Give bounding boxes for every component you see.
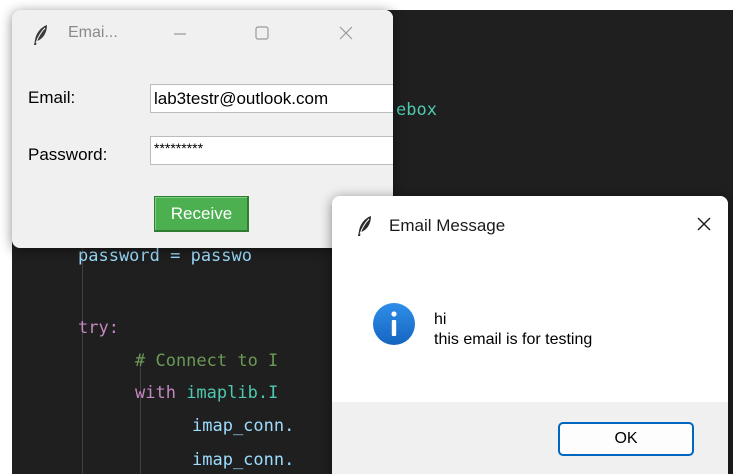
minimize-icon	[173, 26, 187, 45]
receive-button[interactable]: Receive	[154, 196, 249, 232]
dialog-titlebar[interactable]: Email Message	[332, 196, 728, 258]
code-line: ebox	[396, 100, 437, 120]
email-message-dialog[interactable]: Email Message hi this email is for testi…	[332, 196, 728, 474]
titlebar[interactable]: Emai...	[12, 10, 393, 60]
close-button[interactable]	[326, 22, 366, 48]
password-label: Password:	[28, 145, 108, 164]
dialog-footer: OK	[332, 402, 728, 474]
password-field[interactable]: *********	[150, 136, 393, 165]
email-label: Email:	[28, 88, 76, 107]
message-line: hi	[434, 311, 447, 328]
indent-guide	[140, 355, 141, 474]
minimize-button[interactable]	[160, 22, 200, 48]
code-line: imap_conn.	[192, 416, 295, 436]
email-field[interactable]: lab3testr@outlook.com	[150, 84, 393, 113]
dialog-close-button[interactable]	[692, 214, 716, 238]
code-line: imap_conn.	[192, 450, 295, 470]
desktop: ebox password = passwo try: # Connect to…	[0, 0, 733, 474]
indent-guide	[82, 245, 83, 474]
code-line: # Connect to I	[135, 351, 279, 371]
feather-icon	[32, 24, 50, 46]
feather-icon	[356, 215, 374, 237]
dialog-title: Email Message	[389, 216, 506, 235]
close-icon	[338, 25, 354, 45]
code-line: password = passwo	[78, 246, 252, 266]
info-icon	[372, 302, 416, 346]
window-title: Emai...	[68, 24, 118, 41]
maximize-icon	[254, 25, 270, 45]
ok-button[interactable]: OK	[558, 422, 694, 456]
close-icon	[695, 215, 713, 237]
message-text: hi this email is for testing	[434, 310, 592, 350]
message-line: this email is for testing	[434, 331, 593, 348]
code-line: try:	[78, 318, 119, 338]
code-line: with imaplib.I	[135, 383, 278, 403]
code-token: imaplib.I	[186, 383, 279, 403]
maximize-button[interactable]	[242, 22, 282, 48]
code-keyword: with	[135, 383, 187, 403]
